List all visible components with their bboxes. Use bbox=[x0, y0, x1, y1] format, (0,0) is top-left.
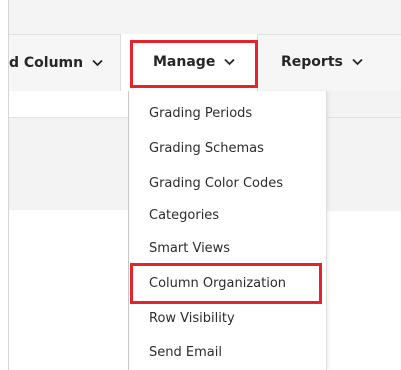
menu-item-send-email[interactable]: Send Email bbox=[149, 340, 222, 364]
menu-item-row-visibility[interactable]: Row Visibility bbox=[149, 306, 235, 330]
menu-item-categories[interactable]: Categories bbox=[149, 203, 219, 227]
menu-item-grading-schemas[interactable]: Grading Schemas bbox=[149, 136, 264, 160]
grid-header-right bbox=[325, 91, 401, 211]
add-column-label: d Column bbox=[9, 55, 84, 71]
menu-item-label: Categories bbox=[149, 207, 220, 223]
add-column-menu[interactable]: d Column bbox=[9, 35, 103, 91]
menu-item-label: Grading Periods bbox=[149, 105, 253, 121]
manage-label: Manage bbox=[153, 54, 216, 70]
chevron-down-icon bbox=[224, 58, 235, 66]
menu-item-label: Row Visibility bbox=[149, 310, 235, 326]
window-edge bbox=[0, 0, 9, 370]
menu-item-label: Smart Views bbox=[149, 240, 231, 256]
menu-item-grading-color-codes[interactable]: Grading Color Codes bbox=[149, 171, 283, 195]
gradebook-window: d Column Manage Reports Grading Periods … bbox=[0, 0, 401, 370]
top-strip bbox=[9, 0, 401, 34]
menu-item-label: Send Email bbox=[149, 344, 222, 360]
menu-item-label: Grading Schemas bbox=[149, 140, 264, 156]
manage-dropdown-menu: Grading Periods Grading Schemas Grading … bbox=[128, 91, 327, 370]
grid-header-left bbox=[9, 118, 128, 210]
menu-item-label: Grading Color Codes bbox=[149, 175, 283, 191]
manage-menu-button[interactable]: Manage bbox=[153, 34, 235, 90]
menu-item-smart-views[interactable]: Smart Views bbox=[149, 236, 230, 260]
chevron-down-icon bbox=[352, 58, 363, 66]
chevron-down-icon bbox=[92, 59, 103, 67]
menu-item-column-organization[interactable]: Column Organization bbox=[149, 271, 286, 295]
reports-menu-button[interactable]: Reports bbox=[281, 34, 363, 90]
menu-item-label: Column Organization bbox=[149, 275, 287, 291]
reports-label: Reports bbox=[281, 54, 343, 70]
menu-item-grading-periods[interactable]: Grading Periods bbox=[149, 101, 252, 125]
